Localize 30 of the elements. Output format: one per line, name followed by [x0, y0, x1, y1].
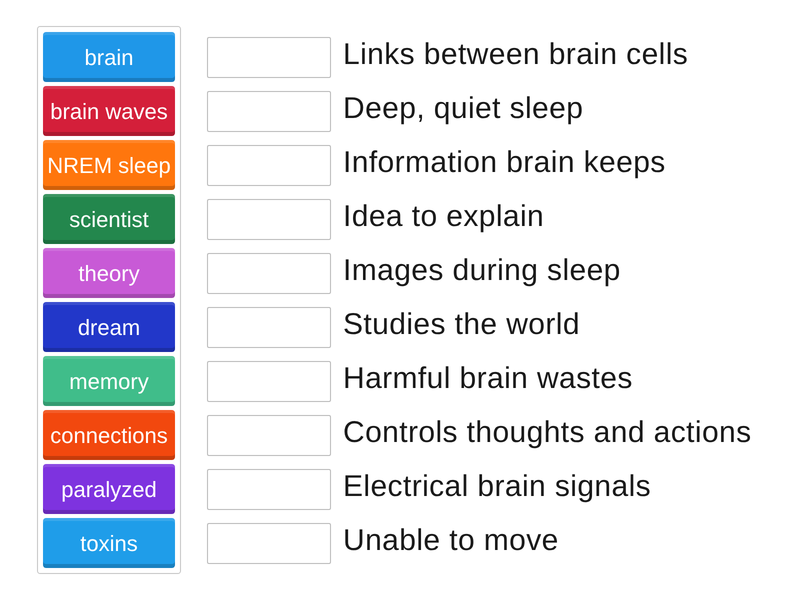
answer-box[interactable]	[207, 360, 331, 402]
word-tile[interactable]: paralyzed	[43, 464, 175, 514]
word-tile[interactable]: dream	[43, 302, 175, 352]
clue-text: Controls thoughts and actions	[343, 415, 752, 451]
clue-text: Unable to move	[343, 523, 559, 559]
answer-box[interactable]	[207, 252, 331, 294]
answer-box[interactable]	[207, 468, 331, 510]
word-tile[interactable]: NREM sleep	[43, 140, 175, 190]
answer-box[interactable]	[207, 144, 331, 186]
answer-box[interactable]	[207, 36, 331, 78]
answer-box[interactable]	[207, 198, 331, 240]
word-tile[interactable]: brain waves	[43, 86, 175, 136]
answer-box[interactable]	[207, 522, 331, 564]
clue-text: Idea to explain	[343, 199, 544, 235]
clue-text: Studies the world	[343, 307, 580, 343]
clue-text: Electrical brain signals	[343, 469, 652, 505]
word-tile[interactable]: scientist	[43, 194, 175, 244]
word-tile[interactable]: brain	[43, 32, 175, 82]
clue-text: Information brain keeps	[343, 145, 666, 181]
clue-text: Images during sleep	[343, 253, 621, 289]
clue-text: Deep, quiet sleep	[343, 91, 584, 127]
clue-text: Harmful brain wastes	[343, 361, 633, 397]
answer-box[interactable]	[207, 414, 331, 456]
clue-text: Links between brain cells	[343, 37, 688, 73]
word-tile[interactable]: toxins	[43, 518, 175, 568]
word-tile[interactable]: connections	[43, 410, 175, 460]
answer-box[interactable]	[207, 90, 331, 132]
answer-box[interactable]	[207, 306, 331, 348]
word-tile[interactable]: memory	[43, 356, 175, 406]
word-tile[interactable]: theory	[43, 248, 175, 298]
